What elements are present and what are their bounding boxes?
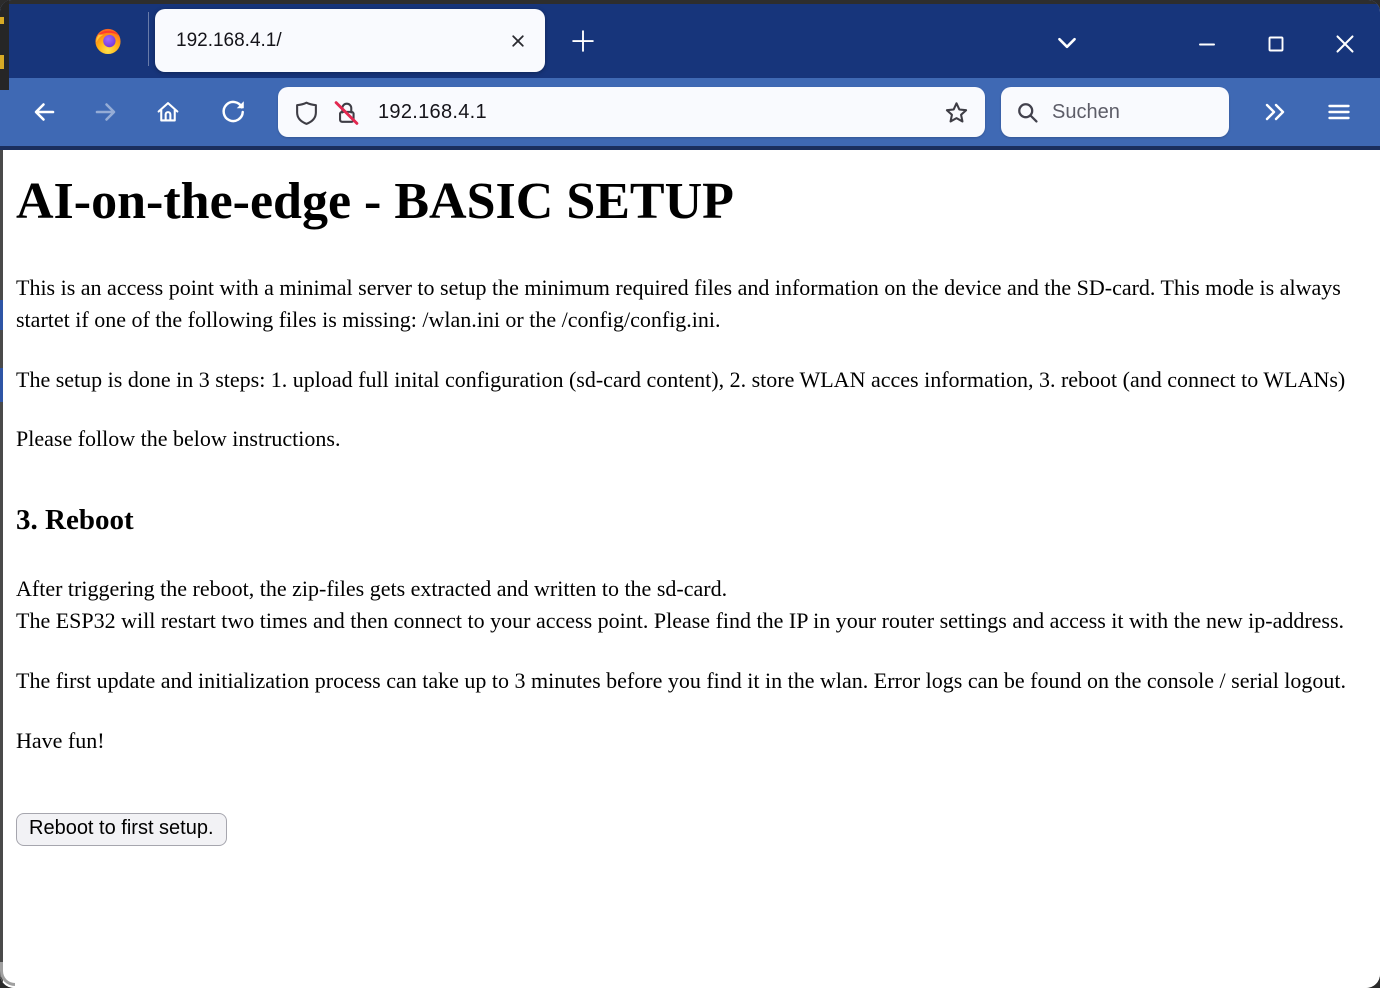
hamburger-menu-icon[interactable] bbox=[1322, 96, 1356, 128]
search-input[interactable] bbox=[1050, 100, 1200, 125]
window-maximize-button[interactable] bbox=[1260, 28, 1292, 60]
home-button-icon[interactable] bbox=[152, 96, 184, 128]
window-close-button[interactable] bbox=[1329, 28, 1361, 60]
left-edge-yellow-artifact bbox=[0, 55, 4, 69]
tracking-protection-shield-icon[interactable] bbox=[294, 100, 319, 125]
signoff-paragraph: Have fun! bbox=[16, 725, 1364, 757]
firefox-logo-icon bbox=[93, 26, 123, 56]
tab-divider bbox=[148, 12, 149, 66]
page-title: AI-on-the-edge - BASIC SETUP bbox=[16, 172, 1364, 232]
search-box[interactable] bbox=[1001, 87, 1229, 137]
url-text: 192.168.4.1 bbox=[378, 101, 944, 124]
reload-button-icon[interactable] bbox=[217, 96, 249, 128]
intro-paragraph-1: This is an access point with a minimal s… bbox=[16, 272, 1364, 336]
new-tab-icon[interactable] bbox=[567, 25, 599, 57]
left-edge-artifact bbox=[0, 0, 9, 90]
bookmark-star-icon[interactable] bbox=[944, 100, 969, 125]
reboot-button[interactable]: Reboot to first setup. bbox=[16, 813, 227, 846]
left-edge-blue-artifact bbox=[0, 368, 3, 402]
tab-bar: 192.168.4.1/ bbox=[0, 0, 1380, 78]
reboot-paragraph: After triggering the reboot, the zip-fil… bbox=[16, 573, 1364, 637]
left-edge-blue-artifact bbox=[0, 300, 3, 330]
left-edge-line-artifact bbox=[0, 150, 3, 982]
search-magnifier-icon bbox=[1015, 100, 1040, 125]
note-paragraph: The first update and initialization proc… bbox=[16, 665, 1364, 697]
section-heading-reboot: 3. Reboot bbox=[16, 499, 1364, 541]
reboot-line-2: The ESP32 will restart two times and the… bbox=[16, 608, 1344, 633]
active-tab[interactable]: 192.168.4.1/ bbox=[155, 9, 545, 72]
window-minimize-button[interactable] bbox=[1191, 28, 1223, 60]
tab-list-chevron-icon[interactable] bbox=[1053, 29, 1081, 57]
tab-close-icon[interactable] bbox=[503, 26, 533, 56]
intro-paragraph-3: Please follow the below instructions. bbox=[16, 423, 1364, 455]
navigation-toolbar: 192.168.4.1 bbox=[0, 78, 1380, 150]
page-content: AI-on-the-edge - BASIC SETUP This is an … bbox=[0, 150, 1380, 988]
left-edge-yellow-artifact bbox=[0, 17, 4, 24]
intro-paragraph-2: The setup is done in 3 steps: 1. upload … bbox=[16, 364, 1364, 396]
back-button-icon[interactable] bbox=[28, 96, 60, 128]
forward-button-icon[interactable] bbox=[90, 96, 122, 128]
url-bar[interactable]: 192.168.4.1 bbox=[278, 87, 985, 137]
reboot-line-1: After triggering the reboot, the zip-fil… bbox=[16, 576, 727, 601]
tab-title: 192.168.4.1/ bbox=[176, 30, 503, 52]
overflow-chevrons-icon[interactable] bbox=[1258, 96, 1292, 128]
insecure-lock-icon[interactable] bbox=[333, 99, 360, 126]
browser-window: 192.168.4.1/ bbox=[0, 0, 1380, 988]
